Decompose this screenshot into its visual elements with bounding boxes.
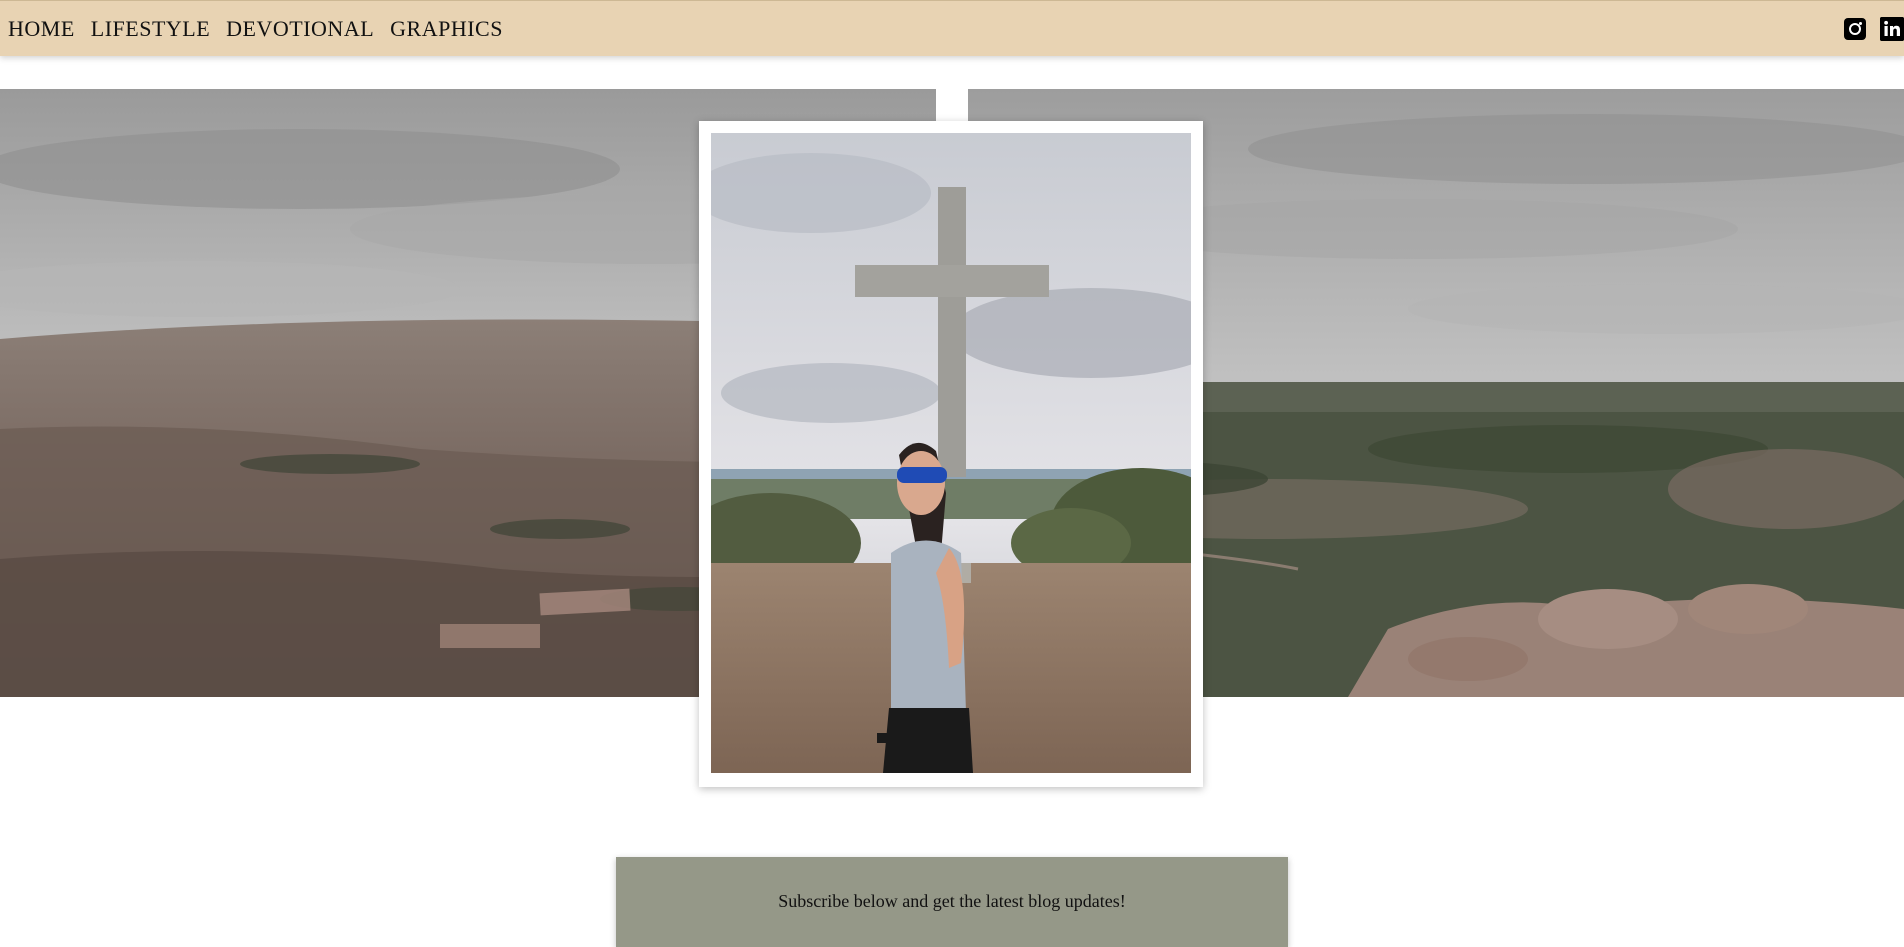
social-links	[1844, 1, 1904, 57]
nav-links: HOME LIFESTYLE DEVOTIONAL GRAPHICS	[8, 1, 503, 57]
subscribe-text: Subscribe below and get the latest blog …	[778, 891, 1126, 911]
featured-photo-frame	[699, 121, 1203, 787]
featured-photo	[711, 133, 1191, 773]
instagram-icon[interactable]	[1844, 18, 1866, 40]
subscribe-banner: Subscribe below and get the latest blog …	[616, 857, 1288, 947]
nav-link-lifestyle[interactable]: LIFESTYLE	[91, 16, 210, 42]
nav-link-graphics[interactable]: GRAPHICS	[390, 16, 503, 42]
nav-link-home[interactable]: HOME	[8, 16, 75, 42]
top-navigation-bar: HOME LIFESTYLE DEVOTIONAL GRAPHICS	[0, 0, 1904, 56]
nav-link-devotional[interactable]: DEVOTIONAL	[226, 16, 374, 42]
linkedin-icon[interactable]	[1880, 17, 1904, 41]
